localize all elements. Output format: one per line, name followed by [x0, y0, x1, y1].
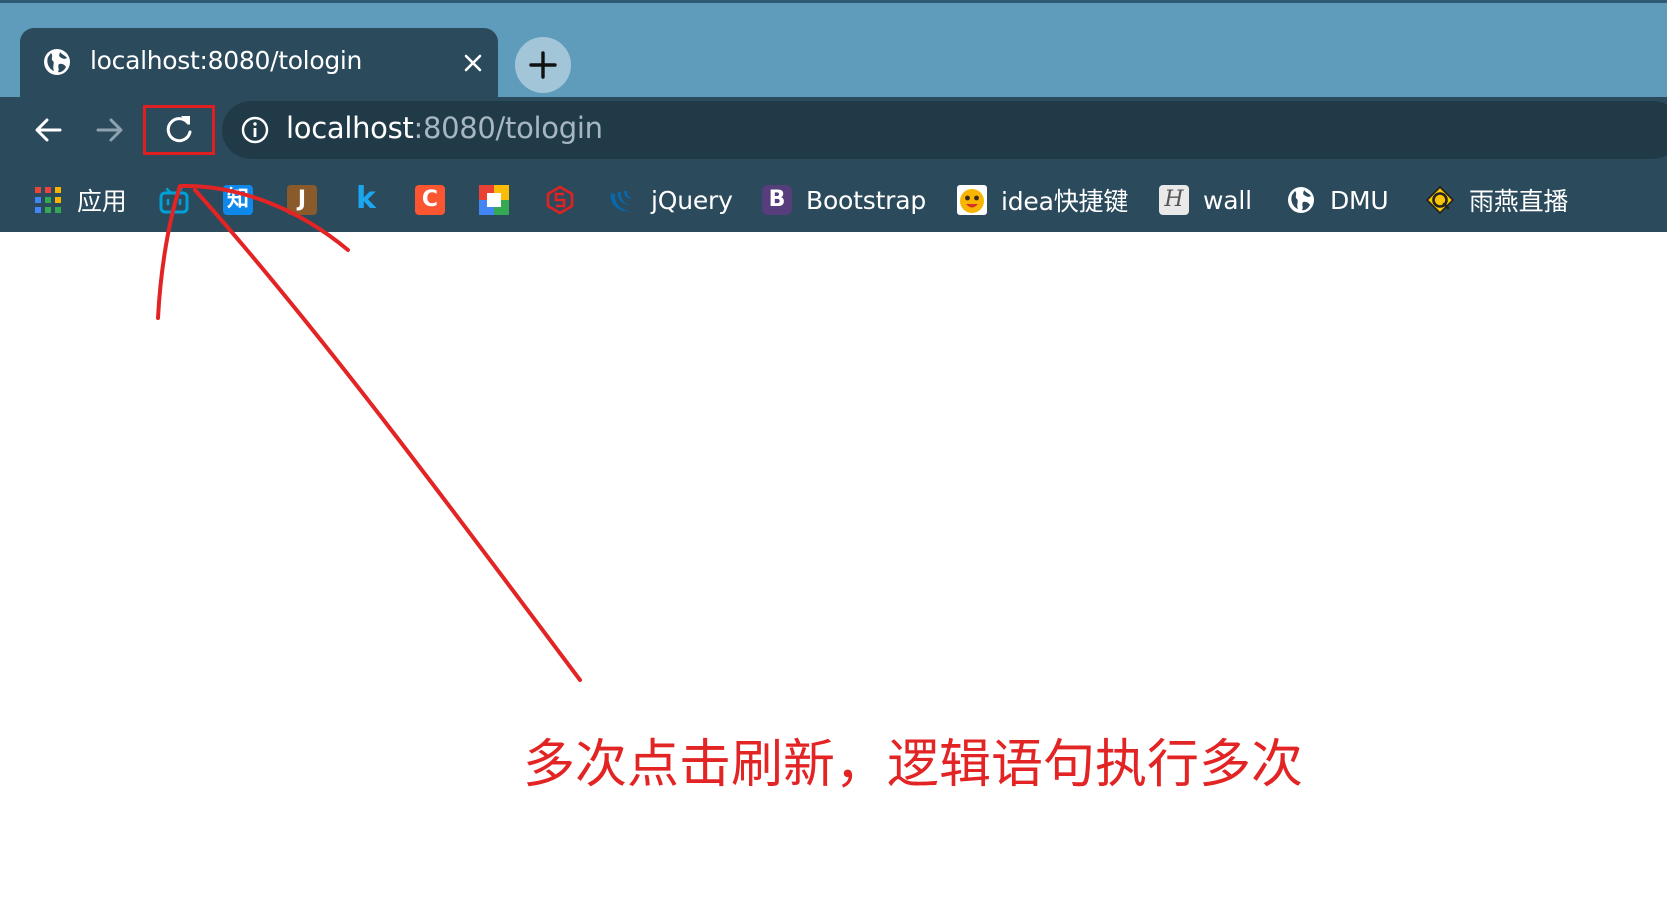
tab-strip: localhost:8080/tologin [0, 0, 1667, 100]
bilibili-icon [159, 187, 189, 214]
zhihu-icon: 知 [223, 185, 253, 215]
red-shield-icon [546, 185, 574, 215]
info-icon[interactable] [240, 115, 270, 145]
h-script-icon: H [1159, 185, 1189, 215]
globe-icon [1288, 187, 1314, 213]
bookmark-dmu[interactable]: DMU [1286, 180, 1389, 220]
address-bar[interactable]: localhost:8080/tologin [222, 101, 1667, 159]
bookmark-label: idea快捷键 [1001, 187, 1129, 216]
url-text[interactable]: localhost:8080/tologin [286, 111, 603, 145]
smiley-face-icon [957, 185, 987, 215]
bookmark-label: DMU [1330, 185, 1389, 215]
apps-grid-icon [35, 187, 61, 213]
bookmark-squares[interactable] [479, 180, 509, 220]
bookmark-idea[interactable]: idea快捷键 [957, 180, 1128, 220]
k-letter-icon: k [356, 181, 376, 216]
annotation-text: 多次点击刷新，逻辑语句执行多次 [523, 735, 1304, 795]
bookmark-bootstrap[interactable]: B Bootstrap [762, 180, 926, 220]
tab-title: localhost:8080/tologin [90, 46, 363, 75]
colored-squares-icon [479, 185, 509, 215]
forward-arrow-icon[interactable] [88, 108, 132, 152]
bookmark-k[interactable]: k [351, 180, 381, 220]
browser-toolbar: localhost:8080/tologin 应用 知 J k C jQuery… [0, 97, 1667, 232]
back-arrow-icon[interactable] [26, 108, 70, 152]
url-host: localhost [286, 111, 414, 145]
close-icon[interactable] [458, 48, 488, 78]
bookmark-j[interactable]: J [287, 180, 317, 220]
c-letter-icon: C [415, 185, 445, 215]
bookmark-wall[interactable]: H wall [1159, 180, 1252, 220]
bootstrap-icon: B [762, 185, 792, 215]
plus-icon [529, 51, 557, 79]
bookmark-label: Bootstrap [806, 185, 927, 215]
globe-icon [44, 49, 70, 75]
bookmarks-bar: 应用 知 J k C jQuery B Bootstrap idea快捷键 H … [0, 170, 1667, 230]
bookmark-swift-live[interactable]: 雨燕直播 [1425, 180, 1568, 220]
bookmark-label: 雨燕直播 [1469, 187, 1569, 216]
bookmark-bilibili[interactable] [159, 180, 189, 220]
swift-live-icon [1425, 185, 1455, 215]
bookmark-red-shield[interactable] [545, 180, 575, 220]
bookmark-apps[interactable]: 应用 [33, 180, 127, 220]
bookmark-label: jQuery [651, 185, 733, 215]
bookmark-zhihu[interactable]: 知 [223, 180, 253, 220]
tab-active[interactable]: localhost:8080/tologin [20, 28, 498, 100]
j-letter-icon: J [287, 185, 317, 215]
bookmark-jquery[interactable]: jQuery [607, 180, 733, 220]
bookmark-c[interactable]: C [415, 180, 445, 220]
bookmark-label: 应用 [77, 187, 127, 216]
new-tab-button[interactable] [515, 37, 571, 93]
jquery-icon [610, 191, 633, 212]
reload-icon[interactable] [157, 108, 201, 152]
url-path: :8080/tologin [413, 111, 603, 145]
bookmark-label: wall [1203, 185, 1252, 215]
